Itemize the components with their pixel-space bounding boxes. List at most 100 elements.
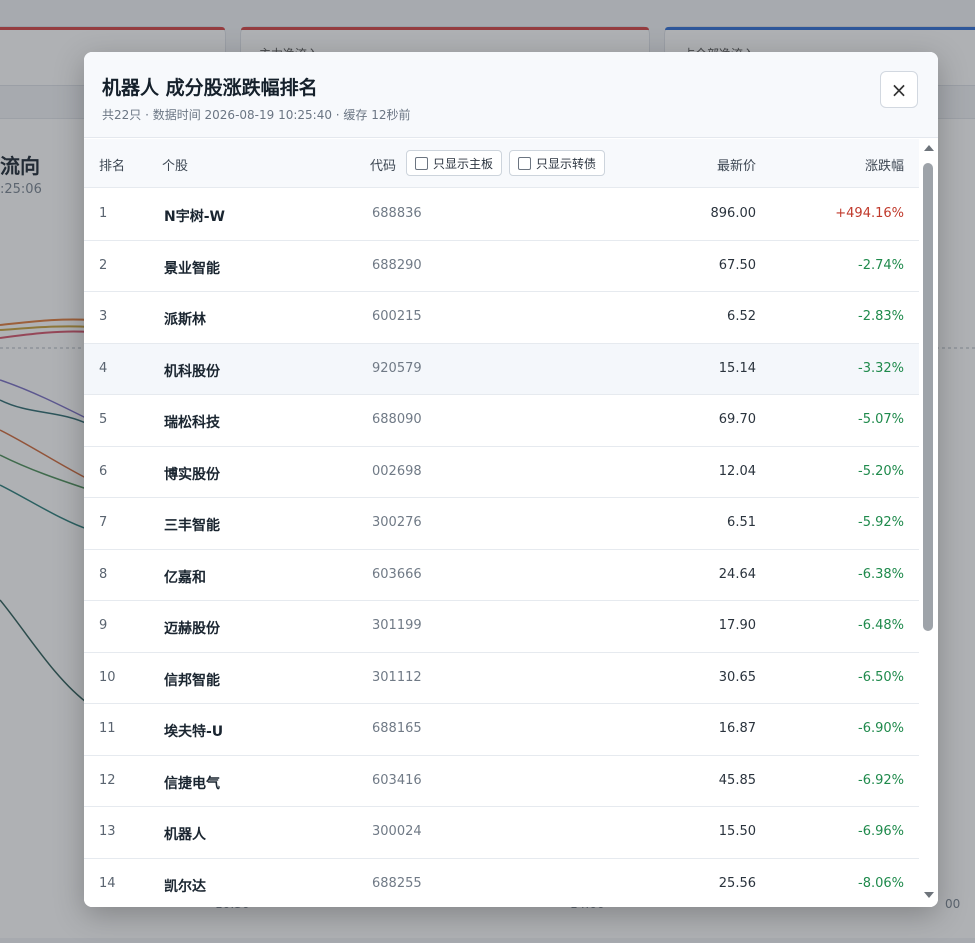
change-cell: -5.92% [858, 515, 904, 530]
rank-cell: 1 [99, 206, 108, 221]
rank-cell: 5 [99, 412, 108, 427]
stock-name-cell[interactable]: 信邦智能 [164, 670, 220, 690]
stock-name-cell[interactable]: 机器人 [164, 824, 206, 844]
code-cell: 688255 [372, 875, 422, 891]
table-row[interactable]: 8 亿嘉和 603666 24.64 -6.38% [84, 549, 919, 601]
modal-header: 机器人 成分股涨跌幅排名 共22只 · 数据时间 2026-08-19 10:2… [84, 52, 938, 138]
close-icon: × [890, 77, 908, 102]
change-cell: -6.90% [858, 721, 904, 736]
table-row[interactable]: 12 信捷电气 603416 45.85 -6.92% [84, 755, 919, 807]
stock-name-cell[interactable]: 迈赫股份 [164, 618, 220, 638]
scroll-up-arrow-icon[interactable] [924, 145, 934, 151]
price-cell: 12.04 [718, 463, 756, 479]
price-cell: 30.65 [718, 669, 756, 685]
rank-cell: 2 [99, 257, 108, 273]
stock-name-cell[interactable]: 三丰智能 [164, 515, 220, 535]
table-row[interactable]: 2 景业智能 688290 67.50 -2.74% [84, 240, 919, 292]
table-row[interactable]: 5 瑞松科技 688090 69.70 -5.07% [84, 395, 919, 447]
code-cell: 301199 [372, 618, 422, 633]
price-cell: 69.70 [718, 412, 756, 427]
stock-name-cell[interactable]: 信捷电气 [164, 773, 220, 793]
code-cell: 002698 [372, 463, 422, 479]
change-cell: +494.16% [835, 206, 904, 221]
price-cell: 45.85 [718, 772, 756, 788]
rank-cell: 9 [99, 618, 108, 633]
price-cell: 15.14 [718, 360, 756, 376]
rank-cell: 11 [99, 721, 116, 736]
change-cell: -5.20% [858, 463, 904, 479]
filter-convertible-label: 只显示转债 [536, 156, 597, 171]
stock-name-cell[interactable]: 凯尔达 [164, 876, 206, 896]
modal-title: 机器人 成分股涨跌幅排名 [102, 77, 318, 99]
header-stock[interactable]: 个股 [162, 155, 188, 174]
table-row[interactable]: 7 三丰智能 300276 6.51 -5.92% [84, 498, 919, 550]
table-row[interactable]: 3 派斯林 600215 6.52 -2.83% [84, 292, 919, 344]
code-cell: 603416 [372, 772, 422, 788]
modal-subtitle: 共22只 · 数据时间 2026-08-19 10:25:40 · 缓存 12秒… [102, 108, 411, 122]
rank-cell: 3 [99, 309, 108, 324]
stock-name-cell[interactable]: 派斯林 [164, 309, 206, 329]
price-cell: 896.00 [710, 206, 757, 221]
stock-name-cell[interactable]: 瑞松科技 [164, 412, 220, 432]
table-row[interactable]: 11 埃夫特-U 688165 16.87 -6.90% [84, 704, 919, 756]
price-cell: 17.90 [718, 618, 756, 633]
table-row[interactable]: 10 信邦智能 301112 30.65 -6.50% [84, 652, 919, 704]
scrollbar[interactable] [920, 139, 938, 907]
code-cell: 688090 [372, 412, 422, 427]
table-row[interactable]: 1 N宇树-W 688836 896.00 +494.16% [84, 189, 919, 241]
table-row[interactable]: 14 凯尔达 688255 25.56 -8.06% [84, 858, 919, 907]
change-cell: -6.48% [858, 618, 904, 633]
change-cell: -8.06% [858, 875, 904, 891]
price-cell: 25.56 [718, 875, 756, 891]
code-cell: 300024 [372, 824, 422, 839]
stock-name-cell[interactable]: 亿嘉和 [164, 567, 206, 587]
change-cell: -2.74% [858, 257, 904, 273]
code-cell: 600215 [372, 309, 422, 324]
table-header: 排名 个股 代码 只显示主板 只显示转债 最新价 涨跌幅 [84, 139, 919, 188]
stock-name-cell[interactable]: N宇树-W [164, 206, 225, 226]
price-cell: 15.50 [718, 824, 756, 839]
change-cell: -5.07% [858, 412, 904, 427]
code-cell: 603666 [372, 566, 422, 582]
stock-name-cell[interactable]: 景业智能 [164, 258, 220, 278]
price-cell: 16.87 [718, 721, 756, 736]
checkbox-icon [415, 156, 428, 170]
change-cell: -6.92% [858, 772, 904, 788]
change-cell: -3.32% [858, 360, 904, 376]
table-row[interactable]: 13 机器人 300024 15.50 -6.96% [84, 807, 919, 859]
rank-cell: 6 [99, 463, 108, 479]
scrollbar-thumb[interactable] [923, 163, 933, 631]
change-cell: -6.38% [858, 566, 904, 582]
filter-main-board-checkbox[interactable]: 只显示主板 [406, 150, 503, 176]
code-cell: 688165 [372, 721, 422, 736]
table-row[interactable]: 6 博实股份 002698 12.04 -5.20% [84, 446, 919, 498]
code-cell: 301112 [372, 669, 422, 685]
stock-name-cell[interactable]: 机科股份 [164, 361, 220, 381]
table-row[interactable]: 9 迈赫股份 301199 17.90 -6.48% [84, 601, 919, 653]
price-cell: 67.50 [718, 257, 756, 273]
ranking-modal: 机器人 成分股涨跌幅排名 共22只 · 数据时间 2026-08-19 10:2… [84, 52, 938, 907]
code-cell: 688836 [372, 206, 422, 221]
header-price[interactable]: 最新价 [717, 155, 756, 174]
code-cell: 920579 [372, 360, 422, 376]
price-cell: 6.52 [727, 309, 756, 324]
price-cell: 24.64 [718, 566, 756, 582]
table-row[interactable]: 4 机科股份 920579 15.14 -3.32% [84, 343, 919, 395]
header-rank[interactable]: 排名 [99, 155, 125, 174]
rank-cell: 4 [99, 360, 108, 376]
scroll-down-arrow-icon[interactable] [924, 892, 934, 898]
stock-name-cell[interactable]: 博实股份 [164, 464, 220, 484]
filter-main-board-label: 只显示主板 [433, 156, 494, 171]
close-button[interactable]: × [880, 71, 918, 108]
stock-name-cell[interactable]: 埃夫特-U [164, 721, 223, 741]
code-cell: 300276 [372, 515, 422, 530]
filter-convertible-checkbox[interactable]: 只显示转债 [509, 150, 606, 176]
rank-cell: 10 [99, 669, 116, 685]
header-change[interactable]: 涨跌幅 [865, 155, 904, 174]
code-cell: 688290 [372, 257, 422, 273]
rank-cell: 7 [99, 515, 108, 530]
change-cell: -6.96% [858, 824, 904, 839]
table-body: 1 N宇树-W 688836 896.00 +494.16% 2 景业智能 688290 67… [84, 189, 919, 907]
header-code[interactable]: 代码 [370, 155, 396, 174]
change-cell: -2.83% [858, 309, 904, 324]
